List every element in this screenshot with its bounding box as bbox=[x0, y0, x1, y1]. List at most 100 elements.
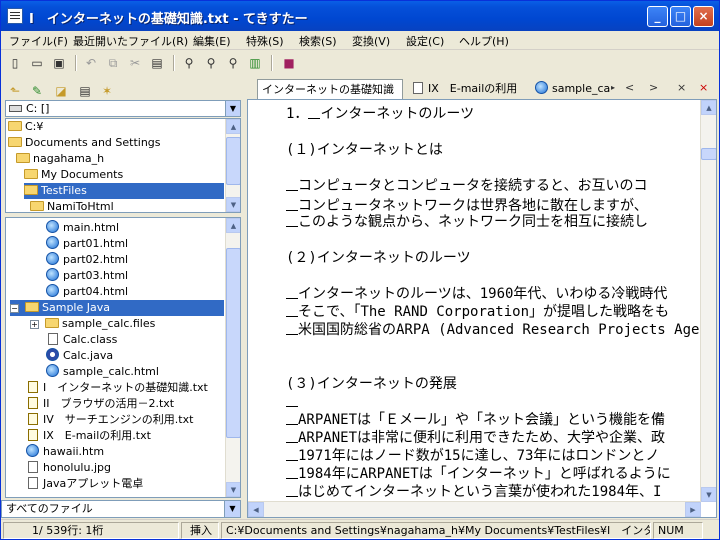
paste-icon[interactable]: ▤ bbox=[149, 55, 165, 71]
app-icon[interactable] bbox=[7, 8, 23, 24]
menu-edit[interactable]: 編集(E) bbox=[193, 33, 231, 49]
text-editor[interactable]: 1． インターネットのルーツ (１)インターネットとは コンピュータとコンピュータ… bbox=[247, 99, 717, 518]
expand-icon[interactable]: + bbox=[30, 320, 39, 329]
scroll-left-icon[interactable]: ◀ bbox=[248, 502, 264, 517]
file-item[interactable]: IV サーチエンジンの利用.txt bbox=[28, 412, 193, 428]
file-item[interactable]: main.html bbox=[46, 220, 119, 236]
indent-marker bbox=[286, 287, 298, 299]
toolbar-separator bbox=[271, 55, 272, 71]
search-prev-icon[interactable]: ⚲ bbox=[225, 55, 241, 71]
scroll-up-icon[interactable]: ▲ bbox=[226, 119, 240, 134]
scroll-up-icon[interactable]: ▲ bbox=[226, 218, 240, 233]
text-file-icon bbox=[413, 82, 423, 94]
tab-email[interactable]: IX E-mailの利用 bbox=[409, 79, 527, 99]
tab-internet-basics[interactable]: インターネットの基礎知識 bbox=[257, 79, 403, 99]
folder-item[interactable]: NamiToHtml bbox=[30, 199, 114, 212]
indent-marker bbox=[286, 179, 298, 191]
title-bar[interactable]: I インターネットの基礎知識.txt - てきすたー _ □ × bbox=[1, 1, 719, 31]
folder-item[interactable]: C:¥ bbox=[8, 119, 43, 135]
chevron-down-icon[interactable]: ▼ bbox=[224, 501, 240, 517]
menu-settings[interactable]: 設定(C) bbox=[406, 33, 444, 49]
save-icon[interactable]: ▣ bbox=[51, 55, 67, 71]
file-item[interactable]: Javaアプレット電卓 bbox=[28, 476, 143, 492]
tab-overflow-icon[interactable]: ▸ bbox=[611, 83, 615, 92]
folder-item[interactable]: nagahama_h bbox=[16, 151, 104, 167]
file-item[interactable]: part03.html bbox=[46, 268, 128, 284]
chevron-down-icon[interactable]: ▼ bbox=[225, 101, 240, 116]
search-icon[interactable]: ⚲ bbox=[181, 55, 197, 71]
cut-icon[interactable]: ✂ bbox=[127, 55, 143, 71]
folder-tree-scrollbar[interactable]: ▲ ▼ bbox=[225, 119, 240, 212]
new-file-icon[interactable]: ▯ bbox=[7, 55, 23, 71]
editor-line: そこで、「The RAND Corporation」が提唱した戦略をも bbox=[286, 302, 669, 322]
file-item[interactable]: honolulu.jpg bbox=[28, 460, 111, 476]
menu-help[interactable]: ヘルプ(H) bbox=[459, 33, 509, 49]
menu-search[interactable]: 検索(S) bbox=[299, 33, 337, 49]
scroll-down-icon[interactable]: ▼ bbox=[226, 482, 240, 497]
file-item[interactable]: part02.html bbox=[46, 252, 128, 268]
file-item[interactable]: hawaii.htm bbox=[26, 444, 104, 460]
folder-open-icon[interactable]: ◪ bbox=[53, 83, 69, 99]
file-item[interactable]: part01.html bbox=[46, 236, 128, 252]
menu-special[interactable]: 特殊(S) bbox=[246, 33, 284, 49]
java-file-icon bbox=[46, 348, 59, 361]
collapse-icon[interactable]: − bbox=[10, 304, 19, 313]
indent-marker bbox=[286, 449, 298, 461]
scroll-down-icon[interactable]: ▼ bbox=[226, 197, 240, 212]
editor-scroll-track[interactable]: ▲ ▼ bbox=[700, 100, 716, 502]
menu-recent[interactable]: 最近開いたファイル(R) bbox=[73, 33, 188, 49]
file-item[interactable]: Calc.class bbox=[48, 332, 117, 348]
editor-line: ARPANETは「Ｅメール」や「ネット会議」という機能を備 bbox=[286, 410, 665, 430]
file-type-filter[interactable]: すべてのファイル ▼ bbox=[1, 500, 241, 518]
green-doc-icon[interactable]: ▥ bbox=[247, 55, 263, 71]
editor-line: (３)インターネットの発展 bbox=[286, 376, 457, 392]
open-folder-icon[interactable]: ▭ bbox=[29, 55, 45, 71]
search-next-icon[interactable]: ⚲ bbox=[203, 55, 219, 71]
undo-icon[interactable]: ↶ bbox=[83, 55, 99, 71]
file-item[interactable]: sample_calc.html bbox=[46, 364, 159, 380]
file-list-icon[interactable]: ▤ bbox=[77, 83, 93, 99]
indent-marker bbox=[286, 199, 298, 211]
scroll-right-icon[interactable]: ▶ bbox=[685, 502, 701, 517]
num-lock-indicator: NUM bbox=[653, 522, 703, 539]
menu-file[interactable]: ファイル(F) bbox=[9, 33, 68, 49]
minimize-button[interactable]: _ bbox=[647, 6, 668, 27]
edit-doc-icon[interactable]: ✎ bbox=[29, 83, 45, 99]
drive-select[interactable]: C: [] ▼ bbox=[5, 100, 241, 117]
redo-icon[interactable]: ⧉ bbox=[105, 55, 121, 71]
close-button[interactable]: × bbox=[693, 6, 714, 27]
folder-item[interactable]: My Documents bbox=[24, 167, 123, 183]
folder-item[interactable]: + sample_calc.files bbox=[30, 316, 155, 332]
scroll-thumb[interactable] bbox=[701, 148, 716, 160]
tab-sample-calc[interactable]: sample_cal bbox=[531, 79, 611, 99]
tab-close-all-button[interactable]: × bbox=[699, 81, 708, 94]
book-icon[interactable]: ■ bbox=[281, 55, 297, 71]
scroll-up-icon[interactable]: ▲ bbox=[701, 100, 716, 115]
file-item[interactable]: I インターネットの基礎知識.txt bbox=[28, 380, 208, 396]
file-item[interactable]: IX E-mailの利用.txt bbox=[28, 428, 151, 444]
editor-vertical-scrollbar[interactable]: ▲ ▼ bbox=[700, 100, 716, 502]
file-tree-scrollbar[interactable]: ▲ ▼ bbox=[225, 218, 240, 497]
scroll-down-icon[interactable]: ▼ bbox=[701, 487, 716, 502]
indent-marker bbox=[286, 485, 298, 497]
folder-item[interactable]: Documents and Settings bbox=[8, 135, 161, 151]
folder-item-selected[interactable]: TestFiles bbox=[24, 183, 224, 199]
parent-folder-icon[interactable]: ⬑ bbox=[7, 83, 23, 99]
scroll-thumb[interactable] bbox=[226, 137, 240, 185]
indent-marker bbox=[286, 467, 298, 479]
folder-item-selected[interactable]: − Sample Java bbox=[10, 300, 224, 316]
editor-horizontal-scrollbar[interactable]: ◀ ▶ bbox=[248, 501, 701, 517]
file-item[interactable]: II ブラウザの活用－2.txt bbox=[28, 396, 174, 412]
file-item[interactable]: Calc.java bbox=[46, 348, 113, 364]
indent-marker bbox=[286, 413, 298, 425]
tab-prev-button[interactable]: < bbox=[625, 81, 634, 94]
editor-line: 1971年にはノード数が15に達し、73年にはロンドンとノ bbox=[286, 446, 659, 466]
editor-line: 1984年にARPANETは「インターネット」と呼ばれるように bbox=[286, 464, 671, 484]
maximize-button[interactable]: □ bbox=[670, 6, 691, 27]
favorite-icon[interactable]: ✶ bbox=[99, 83, 115, 99]
file-item[interactable]: part04.html bbox=[46, 284, 128, 300]
menu-convert[interactable]: 変換(V) bbox=[352, 33, 390, 49]
scroll-thumb[interactable] bbox=[226, 248, 240, 438]
tab-next-button[interactable]: > bbox=[649, 81, 658, 94]
tab-close-button[interactable]: × bbox=[677, 81, 686, 94]
